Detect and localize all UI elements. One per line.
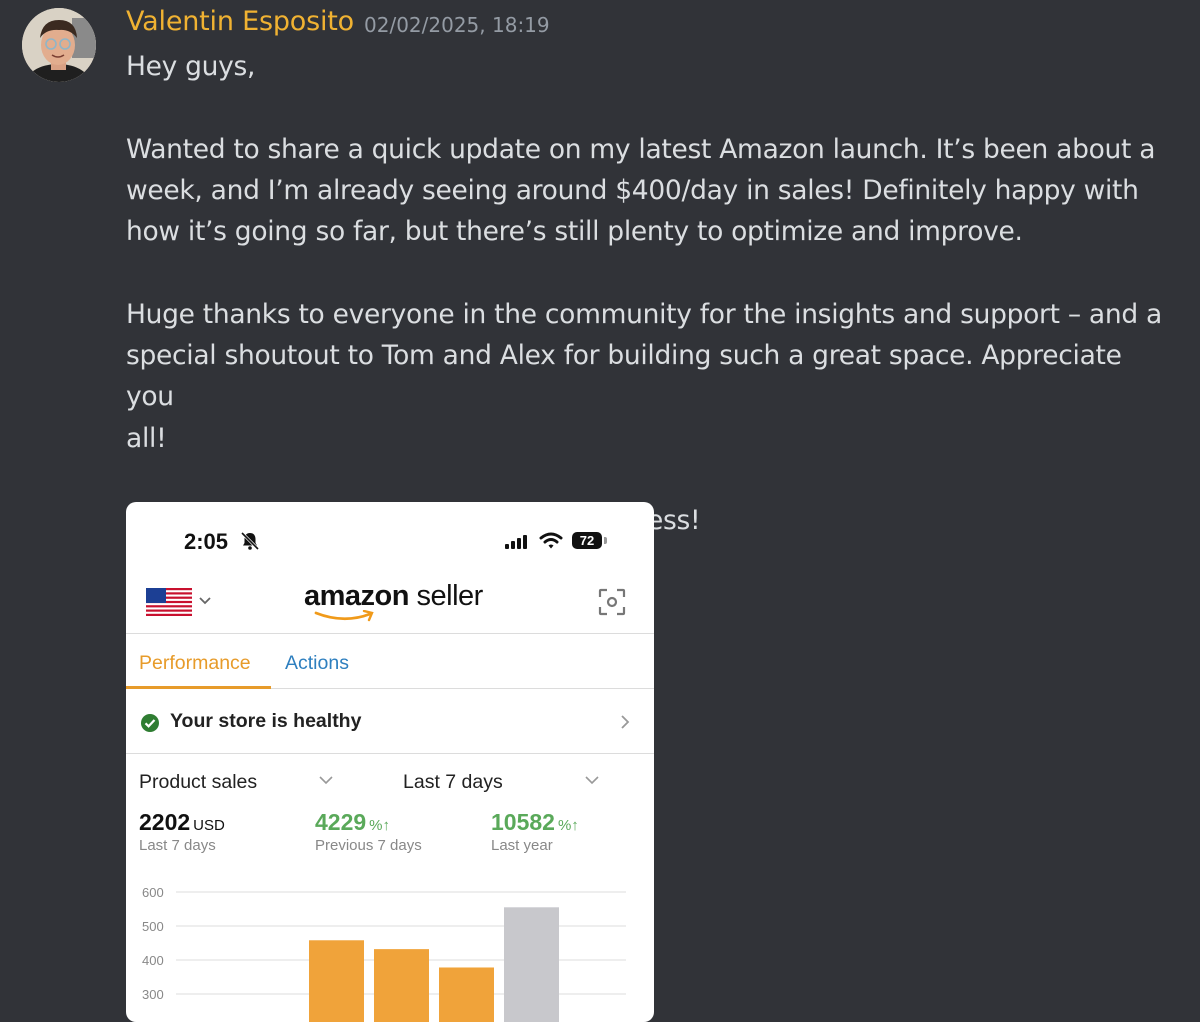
avatar[interactable] <box>22 8 96 82</box>
message-timestamp: 02/02/2025, 18:19 <box>364 13 550 37</box>
stat-total-sales: 2202 USD Last 7 days <box>139 809 225 854</box>
bar[interactable] <box>309 940 364 1022</box>
tab-performance[interactable]: Performance <box>139 652 251 675</box>
chevron-down-icon[interactable] <box>584 775 600 785</box>
chevron-down-icon[interactable] <box>198 596 212 606</box>
bar[interactable] <box>504 907 559 1022</box>
y-tick-label: 600 <box>142 885 164 900</box>
header-divider <box>126 633 654 634</box>
check-circle-icon <box>141 714 159 732</box>
stat-unit: USD <box>193 817 225 834</box>
store-health-status[interactable]: Your store is healthy <box>170 710 361 733</box>
stat-label: Previous 7 days <box>315 837 422 854</box>
message-line: Wanted to share a quick update on my lat… <box>126 133 1156 165</box>
stat-unit: %↑ <box>369 817 391 834</box>
health-divider <box>126 753 654 754</box>
stat-previous-period: 4229 %↑ Previous 7 days <box>315 809 422 854</box>
stat-value: 10582 <box>491 809 555 835</box>
stat-value: 2202 <box>139 809 191 835</box>
message-line: Huge thanks to everyone in the community… <box>126 298 1162 330</box>
message-line: special shoutout to Tom and Alex for bui… <box>126 340 1122 413</box>
battery-tip <box>604 537 607 544</box>
attachment-screenshot[interactable]: 2:05 72 amazon seller Performance Action… <box>126 502 654 1022</box>
stat-unit: %↑ <box>557 817 579 834</box>
bar[interactable] <box>374 949 429 1022</box>
message-line <box>126 459 1176 500</box>
status-time: 2:05 <box>184 529 229 554</box>
message-author[interactable]: Valentin Esposito <box>126 6 354 37</box>
period-dropdown[interactable]: Last 7 days <box>403 771 503 794</box>
message-line: week, and I’m already seeing around $400… <box>126 174 1139 206</box>
bell-muted-icon <box>240 531 260 551</box>
message-line: all! <box>126 422 167 454</box>
metric-dropdown[interactable]: Product sales <box>139 771 257 794</box>
message-line: Hey guys, <box>126 51 256 82</box>
stat-label: Last 7 days <box>139 837 216 854</box>
us-flag-icon[interactable] <box>146 588 192 616</box>
amazon-seller-logo: amazon seller <box>304 580 483 612</box>
stat-value: 4229 <box>315 809 367 835</box>
message-line <box>126 87 1176 128</box>
message-line <box>126 252 1176 293</box>
amazon-smile-icon <box>314 610 374 622</box>
stat-last-year: 10582 %↑ Last year <box>491 809 579 854</box>
tab-active-indicator <box>126 686 271 689</box>
y-tick-label: 500 <box>142 919 164 934</box>
stat-label: Last year <box>491 837 553 854</box>
message-body: Hey guys, Wanted to share a quick update… <box>126 46 1176 542</box>
bar[interactable] <box>439 967 494 1022</box>
tab-actions[interactable]: Actions <box>285 652 349 675</box>
battery-icon: 72 <box>572 532 602 549</box>
wifi-icon <box>539 532 563 549</box>
y-tick-label: 400 <box>142 953 164 968</box>
message-line: how it’s going so far, but there’s still… <box>126 216 1023 248</box>
scan-icon[interactable] <box>598 588 626 616</box>
chevron-right-icon[interactable] <box>620 714 630 730</box>
signal-icon <box>505 535 527 549</box>
chevron-down-icon[interactable] <box>318 775 334 785</box>
